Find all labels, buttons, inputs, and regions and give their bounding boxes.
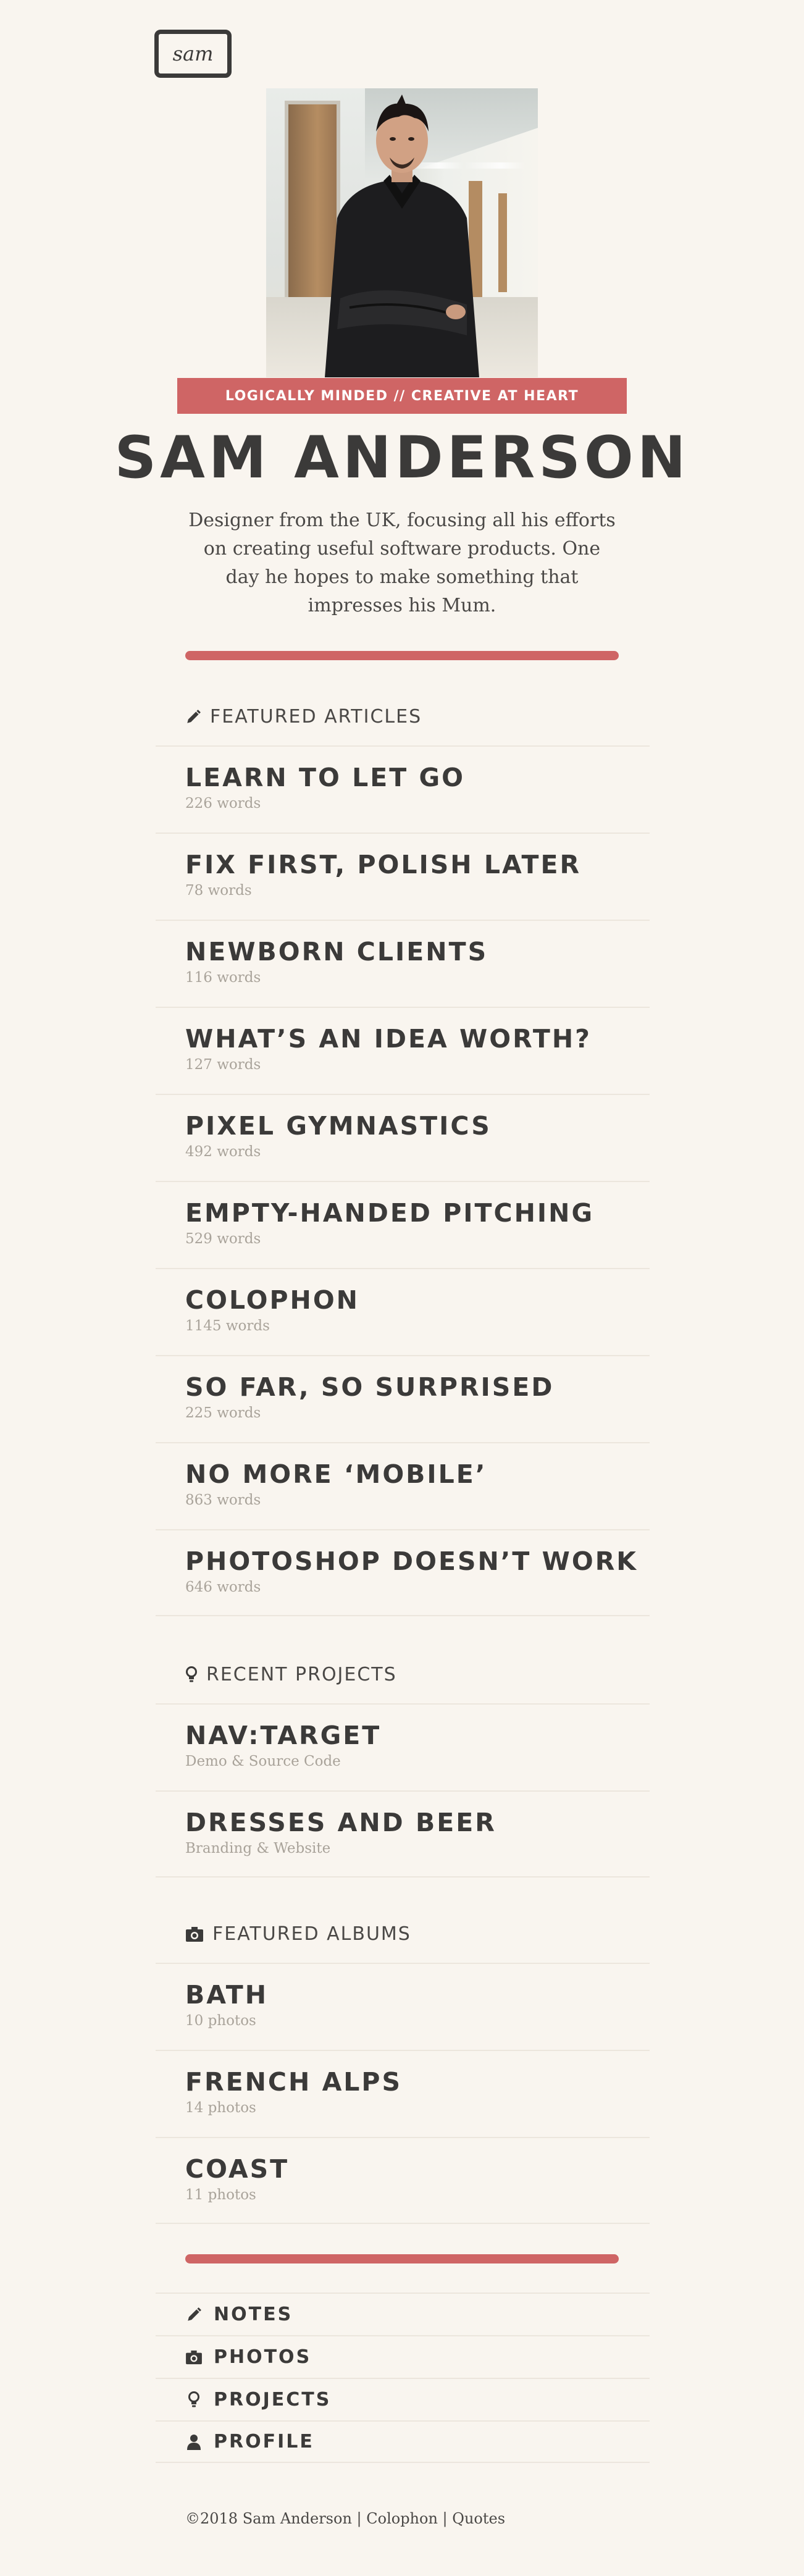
person-figure	[325, 94, 479, 377]
nav-item-notes[interactable]: NOTES	[156, 2293, 650, 2335]
item-title: LEARN TO LET GO	[185, 763, 465, 792]
item-title: NEWBORN CLIENTS	[185, 937, 488, 967]
section-title-label: FEATURED ALBUMS	[212, 1923, 411, 1945]
section-title-albums: FEATURED ALBUMS	[185, 1923, 411, 1945]
item-title: NAV:TARGET	[185, 1721, 382, 1750]
list-item[interactable]: FRENCH ALPS 14 photos	[156, 2050, 650, 2137]
section-title-projects: RECENT PROJECTS	[185, 1664, 397, 1685]
item-meta: 863 words	[185, 1492, 261, 1509]
footer: ©2018 Sam Anderson | Colophon | Quotes	[185, 2510, 505, 2527]
item-title: EMPTY-HANDED PITCHING	[185, 1198, 595, 1228]
section-title-label: RECENT PROJECTS	[206, 1664, 397, 1685]
page-title: SAM ANDERSON	[114, 424, 690, 492]
list-item[interactable]: DRESSES AND BEER Branding & Website	[156, 1790, 650, 1877]
divider	[185, 651, 619, 660]
list-item[interactable]: PHOTOSHOP DOESN’T WORK 646 words	[156, 1529, 650, 1616]
lightbulb-icon	[188, 2391, 199, 2407]
item-title: FRENCH ALPS	[185, 2067, 403, 2097]
item-meta: 529 words	[185, 1231, 261, 1248]
list-item[interactable]: NAV:TARGET Demo & Source Code	[156, 1703, 650, 1790]
list-item[interactable]: FIX FIRST, POLISH LATER 78 words	[156, 833, 650, 920]
footer-nav: NOTES PHOTOS PROJECTS PROFILE	[156, 2293, 650, 2463]
item-meta: 646 words	[185, 1579, 261, 1596]
logo-text: sam	[172, 42, 214, 65]
camera-icon	[186, 1926, 203, 1942]
item-meta: 10 photos	[185, 2013, 256, 2029]
pencil-icon	[188, 2307, 201, 2321]
albums-list: BATH 10 photos FRENCH ALPS 14 photos COAST…	[156, 1963, 650, 2224]
tagline-banner: LOGICALLY MINDED // CREATIVE AT HEART	[177, 378, 627, 414]
list-item[interactable]: NEWBORN CLIENTS 116 words	[156, 920, 650, 1007]
user-icon	[187, 2434, 201, 2450]
item-title: PIXEL GYMNASTICS	[185, 1111, 492, 1141]
pencil-icon	[187, 709, 201, 723]
lightbulb-icon	[186, 1666, 197, 1682]
item-meta: 78 words	[185, 883, 252, 899]
nav-item-projects[interactable]: PROJECTS	[156, 2378, 650, 2420]
nav-item-label: PROFILE	[214, 2431, 314, 2452]
projects-list: NAV:TARGET Demo & Source Code DRESSES AND…	[156, 1703, 650, 1877]
nav-item-label: PHOTOS	[214, 2346, 312, 2368]
item-meta: Branding & Website	[185, 1840, 331, 1857]
nav-item-label: PROJECTS	[214, 2389, 332, 2410]
item-meta: 492 words	[185, 1144, 261, 1160]
item-meta: 226 words	[185, 795, 261, 812]
item-title: FIX FIRST, POLISH LATER	[185, 850, 582, 879]
nav-item-photos[interactable]: PHOTOS	[156, 2335, 650, 2378]
list-item[interactable]: SO FAR, SO SURPRISED 225 words	[156, 1355, 650, 1442]
item-title: SO FAR, SO SURPRISED	[185, 1372, 555, 1402]
colophon-link[interactable]: Colophon	[366, 2510, 438, 2527]
item-meta: 1145 words	[185, 1318, 270, 1335]
quotes-link[interactable]: Quotes	[452, 2510, 505, 2527]
section-title-label: FEATURED ARTICLES	[210, 706, 422, 728]
list-item[interactable]: PIXEL GYMNASTICS 492 words	[156, 1094, 650, 1181]
item-meta: 11 photos	[185, 2187, 256, 2204]
bio-text: Designer from the UK, focusing all his e…	[188, 510, 616, 616]
list-item[interactable]: WHAT’S AN IDEA WORTH? 127 words	[156, 1007, 650, 1094]
camera-icon	[186, 2350, 202, 2364]
list-item[interactable]: NO MORE ‘MOBILE’ 863 words	[156, 1442, 650, 1529]
item-title: WHAT’S AN IDEA WORTH?	[185, 1024, 592, 1054]
profile-photo	[266, 88, 538, 377]
separator: |	[437, 2510, 453, 2527]
list-item[interactable]: COLOPHON 1145 words	[156, 1268, 650, 1355]
item-title: BATH	[185, 1980, 269, 2010]
item-meta: 127 words	[185, 1057, 261, 1073]
logo-link[interactable]: sam	[154, 30, 232, 78]
item-title: NO MORE ‘MOBILE’	[185, 1459, 487, 1489]
list-item[interactable]: COAST 11 photos	[156, 2137, 650, 2224]
item-meta: 116 words	[185, 970, 261, 986]
item-meta: 225 words	[185, 1405, 261, 1422]
list-item[interactable]: EMPTY-HANDED PITCHING 529 words	[156, 1181, 650, 1268]
item-meta: Demo & Source Code	[185, 1753, 341, 1770]
divider	[185, 2254, 619, 2263]
articles-list: LEARN TO LET GO 226 words FIX FIRST, POLI…	[156, 745, 650, 1616]
nav-item-label: NOTES	[214, 2304, 293, 2325]
item-title: DRESSES AND BEER	[185, 1808, 496, 1837]
item-title: COAST	[185, 2154, 290, 2184]
item-meta: 14 photos	[185, 2100, 256, 2117]
list-item[interactable]: BATH 10 photos	[156, 1963, 650, 2050]
item-title: PHOTOSHOP DOESN’T WORK	[185, 1546, 639, 1576]
nav-item-profile[interactable]: PROFILE	[156, 2420, 650, 2463]
copyright: ©2018 Sam Anderson	[185, 2510, 352, 2527]
section-title-articles: FEATURED ARTICLES	[185, 706, 422, 728]
list-item[interactable]: LEARN TO LET GO 226 words	[156, 745, 650, 833]
separator: |	[351, 2510, 367, 2527]
item-title: COLOPHON	[185, 1285, 359, 1315]
